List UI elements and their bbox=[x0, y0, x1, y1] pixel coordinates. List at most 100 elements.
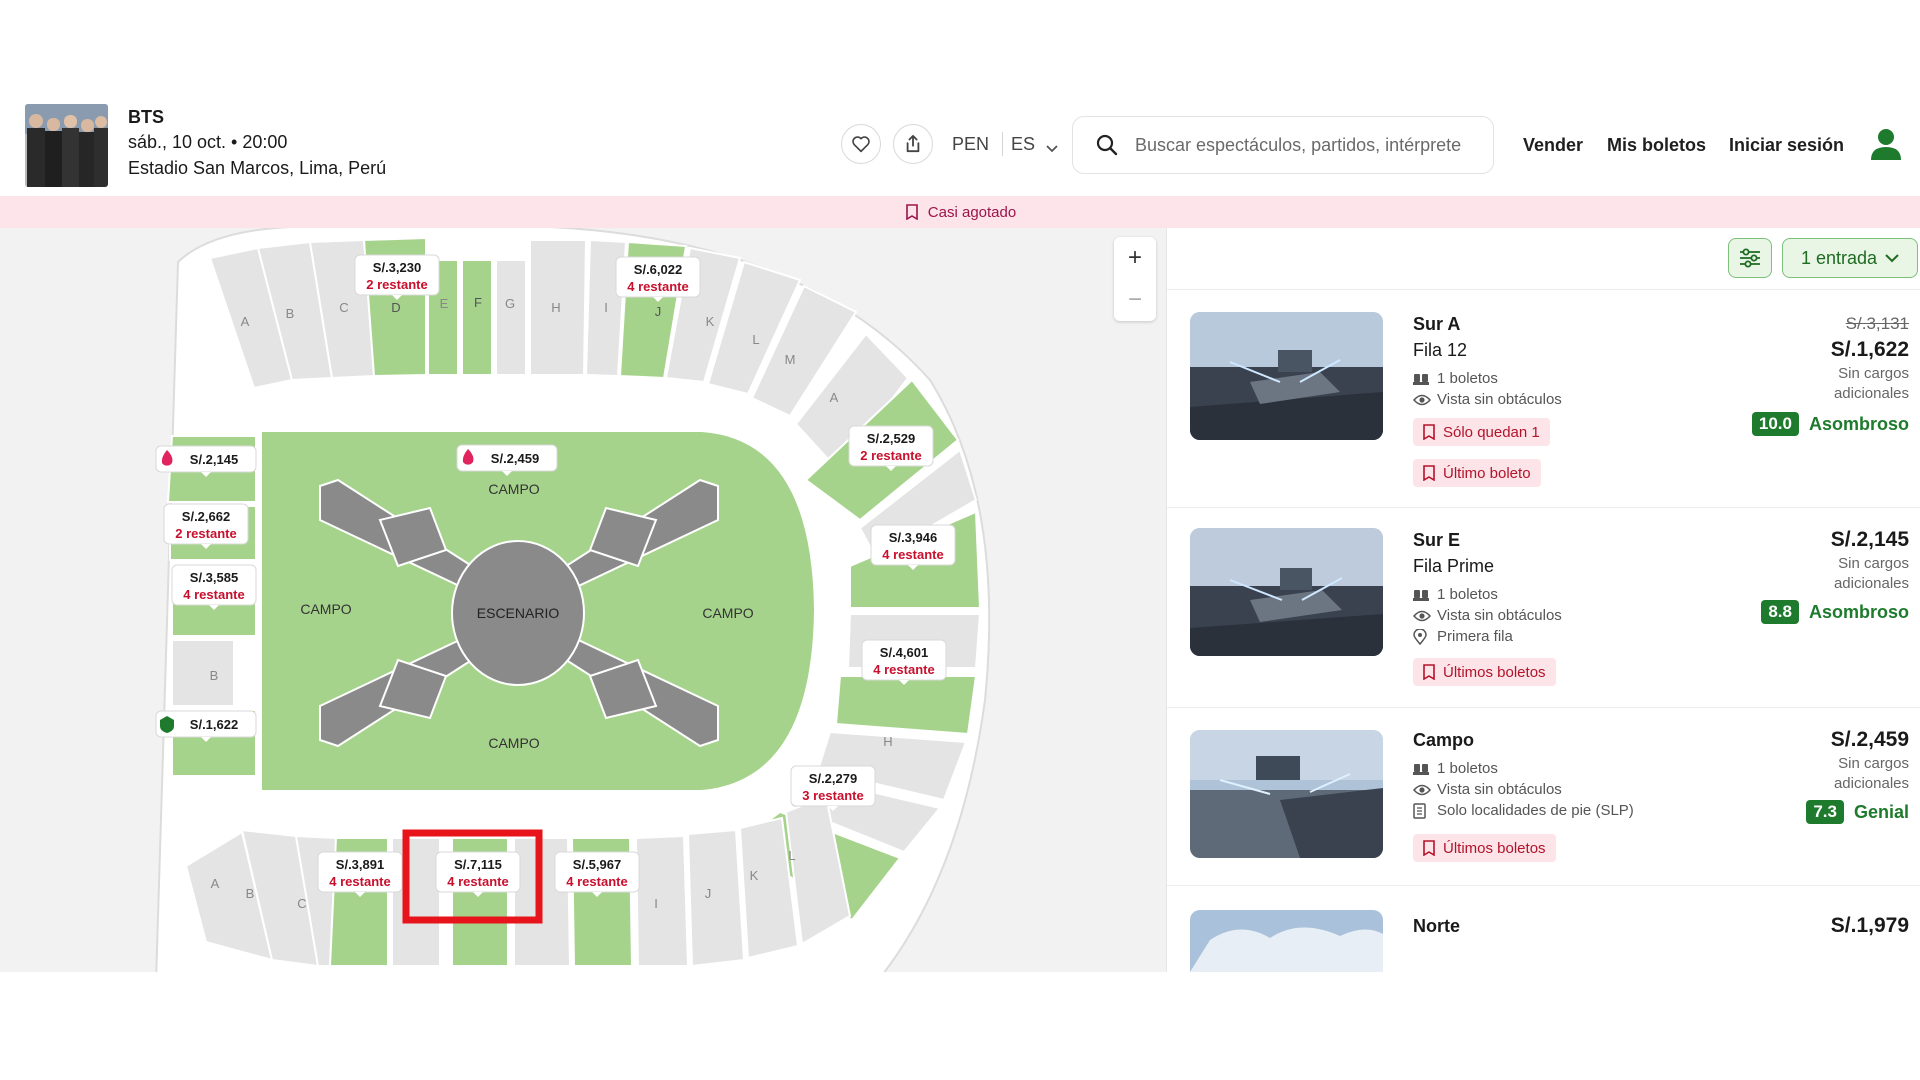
price-tag-remaining: 4 restante bbox=[329, 874, 390, 889]
almost-sold-out-banner: Casi agotado bbox=[0, 196, 1920, 228]
svg-text:I: I bbox=[604, 300, 608, 315]
svg-text:L: L bbox=[752, 332, 759, 347]
user-avatar-icon[interactable] bbox=[1868, 126, 1904, 162]
filters-bar: 1 entrada bbox=[1167, 228, 1920, 290]
zoom-in-button[interactable]: + bbox=[1114, 237, 1156, 279]
seats-icon bbox=[1413, 588, 1431, 602]
section-right-g[interactable] bbox=[834, 675, 978, 736]
seat-map-panel[interactable]: ESCENARIO CAMPO CAMPO CAMPO CAMPO A B C … bbox=[0, 228, 1166, 972]
price-tag-bottom-h[interactable]: S/.5,967 4 restante bbox=[554, 851, 640, 897]
svg-text:F: F bbox=[474, 295, 482, 310]
price-tag-remaining: 4 restante bbox=[627, 279, 688, 294]
search-bar[interactable] bbox=[1072, 116, 1494, 174]
seat-view-image[interactable] bbox=[1190, 312, 1383, 440]
price-tag-left-3[interactable]: S/.3,585 4 restante bbox=[171, 564, 257, 610]
listing-extra: Solo localidades de pie (SLP) bbox=[1413, 802, 1634, 819]
listing-view: Vista sin obtáculos bbox=[1413, 781, 1562, 798]
seat-view-image[interactable] bbox=[1190, 730, 1383, 858]
price-tag-right-j[interactable]: S/.2,279 3 restante bbox=[790, 765, 876, 811]
sliders-icon bbox=[1740, 248, 1760, 268]
listing-row: Fila 12 bbox=[1413, 340, 1468, 360]
svg-text:J: J bbox=[705, 886, 712, 901]
price-tag-remaining: 4 restante bbox=[566, 874, 627, 889]
zoom-out-button[interactable]: − bbox=[1114, 279, 1156, 321]
fee-note: Sin cargos adicionales bbox=[1833, 555, 1909, 592]
filter-button[interactable] bbox=[1728, 238, 1772, 278]
listing-card[interactable]: Sur A Fila 12 1 boletos Vista sin obtácu… bbox=[1167, 290, 1920, 508]
location-pin-icon bbox=[1413, 628, 1431, 645]
rating-label: Asombroso bbox=[1808, 413, 1909, 434]
tag-only-left: Sólo quedan 1 bbox=[1413, 418, 1550, 446]
quantity-label: 1 entrada bbox=[1800, 247, 1878, 268]
login-link[interactable]: Iniciar sesión bbox=[1729, 135, 1844, 156]
listing-card[interactable]: Campo 1 boletos Vista sin obtáculos Solo… bbox=[1167, 708, 1920, 886]
event-thumbnail[interactable] bbox=[25, 104, 108, 187]
svg-text:D: D bbox=[391, 300, 400, 315]
ticket-icon bbox=[1423, 465, 1435, 481]
event-photo-image bbox=[25, 104, 108, 187]
event-title: BTS bbox=[128, 107, 164, 127]
rating-label: Genial bbox=[1853, 801, 1909, 822]
price-tag-price: S/.1,622 bbox=[190, 717, 238, 732]
price-tag-price: S/.3,946 bbox=[889, 530, 937, 545]
stage-label: ESCENARIO bbox=[477, 605, 560, 621]
listing-price: S/.1,979 bbox=[1830, 914, 1909, 937]
price-tag-top-d[interactable]: S/.3,230 2 restante bbox=[354, 254, 440, 300]
language-selector[interactable]: ES bbox=[1011, 134, 1035, 155]
svg-text:A: A bbox=[241, 314, 250, 329]
search-input[interactable] bbox=[1135, 134, 1475, 156]
price-tag-price: S/.3,585 bbox=[190, 570, 238, 585]
price-tag-left-2[interactable]: S/.2,662 2 restante bbox=[163, 503, 249, 549]
listing-section: Campo bbox=[1413, 730, 1475, 750]
favorite-button[interactable] bbox=[841, 124, 881, 164]
ticket-icon bbox=[904, 204, 920, 220]
price-tag-left-a[interactable]: S/.1,622 bbox=[155, 710, 257, 742]
price-tag-price: S/.2,145 bbox=[190, 452, 238, 467]
share-button[interactable] bbox=[893, 124, 933, 164]
svg-text:A: A bbox=[211, 876, 220, 891]
price-tag-campo[interactable]: S/.2,459 bbox=[456, 444, 558, 476]
section-top-f[interactable] bbox=[461, 259, 493, 376]
price-tag-left-e[interactable]: S/.2,145 bbox=[155, 445, 257, 477]
stadium-map[interactable]: ESCENARIO CAMPO CAMPO CAMPO CAMPO A B C … bbox=[0, 228, 1166, 972]
svg-text:G: G bbox=[505, 296, 515, 311]
listing-rating: 8.8 Asombroso bbox=[1761, 600, 1909, 624]
svg-text:H: H bbox=[883, 734, 892, 749]
listing-view: Vista sin obtáculos bbox=[1413, 607, 1562, 624]
price-tag-price: S/.7,115 bbox=[454, 857, 502, 872]
svg-text:C: C bbox=[339, 300, 348, 315]
svg-text:B: B bbox=[246, 886, 255, 901]
listing-card[interactable]: Norte S/.1,979 bbox=[1167, 886, 1920, 972]
price-tag-right-c[interactable]: S/.2,529 2 restante bbox=[848, 425, 934, 471]
eye-icon bbox=[1413, 394, 1431, 406]
svg-text:H: H bbox=[551, 300, 560, 315]
price-tag-top-j[interactable]: S/.6,022 4 restante bbox=[615, 256, 701, 302]
rating-score: 10.0 bbox=[1751, 412, 1799, 436]
listing-card[interactable]: Sur E Fila Prime 1 boletos Vista sin obt… bbox=[1167, 508, 1920, 708]
banner-text: Casi agotado bbox=[927, 203, 1017, 221]
currency-selector[interactable]: PEN bbox=[952, 134, 989, 155]
price-tag-right-e[interactable]: S/.3,946 4 restante bbox=[870, 524, 956, 570]
event-venue: Estadio San Marcos, Lima, Perú bbox=[128, 158, 387, 178]
price-tag-remaining: 2 restante bbox=[860, 448, 921, 463]
rating-label: Asombroso bbox=[1808, 601, 1909, 622]
my-tickets-link[interactable]: Mis boletos bbox=[1607, 135, 1706, 156]
seat-view-image[interactable] bbox=[1190, 910, 1383, 972]
price-tag-bottom-d[interactable]: S/.3,891 4 restante bbox=[317, 851, 403, 897]
price-tag-price: S/.3,230 bbox=[373, 260, 421, 275]
price-tag-price: S/.2,529 bbox=[867, 431, 915, 446]
sell-link[interactable]: Vender bbox=[1523, 135, 1583, 156]
price-tag-remaining: 4 restante bbox=[183, 587, 244, 602]
price-tag-right-g[interactable]: S/.4,601 4 restante bbox=[861, 639, 947, 685]
price-tag-price: S/.2,279 bbox=[809, 771, 857, 786]
seat-view-image[interactable] bbox=[1190, 528, 1383, 656]
svg-text:B: B bbox=[210, 668, 219, 683]
price-tag-price: S/.5,967 bbox=[573, 857, 621, 872]
quantity-dropdown[interactable]: 1 entrada bbox=[1782, 238, 1918, 278]
chevron-down-icon[interactable] bbox=[1046, 140, 1058, 158]
listing-tickets: 1 boletos bbox=[1413, 370, 1498, 387]
listing-price: S/.1,622 bbox=[1830, 338, 1909, 361]
price-tag-bottom-f[interactable]: S/.7,115 4 restante bbox=[435, 851, 521, 897]
listing-rating: 7.3 Genial bbox=[1806, 800, 1909, 824]
listing-extra: Primera fila bbox=[1413, 628, 1513, 645]
